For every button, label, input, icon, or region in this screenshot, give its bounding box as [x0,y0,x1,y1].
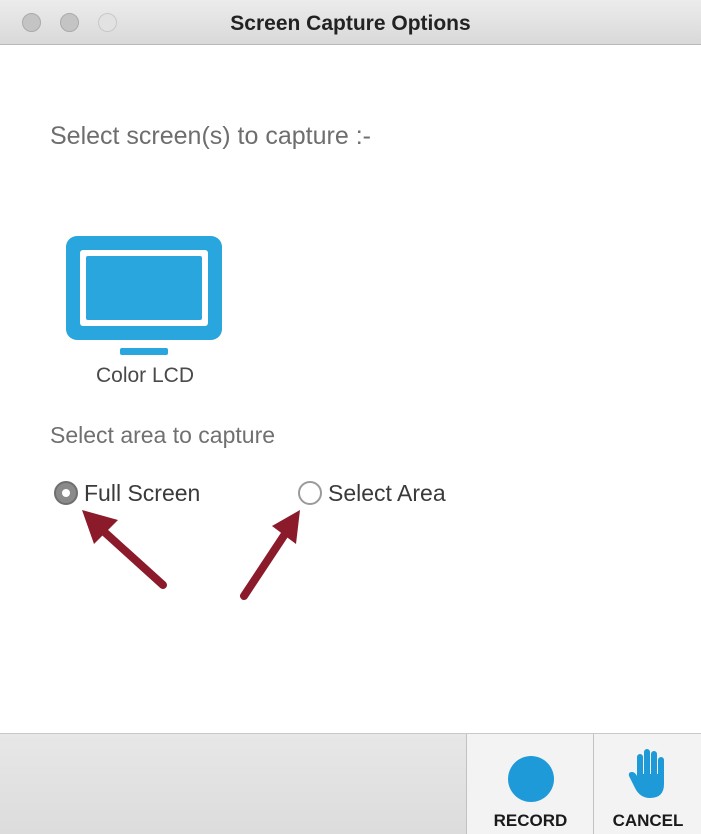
record-dot-icon [508,756,554,802]
screen-select-prompt: Select screen(s) to capture :- [50,122,371,150]
annotation-arrow-full-screen [82,510,167,589]
annotation-arrow-select-area [240,510,300,600]
record-button[interactable]: RECORD [466,734,594,834]
window-title: Screen Capture Options [230,12,471,35]
display-label: Color LCD [95,364,195,387]
record-label: RECORD [493,811,568,830]
display-option-color-lcd[interactable]: Color LCD [60,232,230,392]
monitor-icon [66,236,222,355]
title-bar: Screen Capture Options [0,0,701,45]
area-select-heading: Select area to capture [50,422,276,448]
radio-select-area-label: Select Area [328,479,446,506]
bottom-toolbar: RECORD CANCEL [0,733,701,834]
hand-stop-icon [628,749,664,798]
cancel-button[interactable]: CANCEL [593,734,701,834]
radio-select-area[interactable]: Select Area [298,478,446,508]
cancel-label: CANCEL [612,811,684,830]
